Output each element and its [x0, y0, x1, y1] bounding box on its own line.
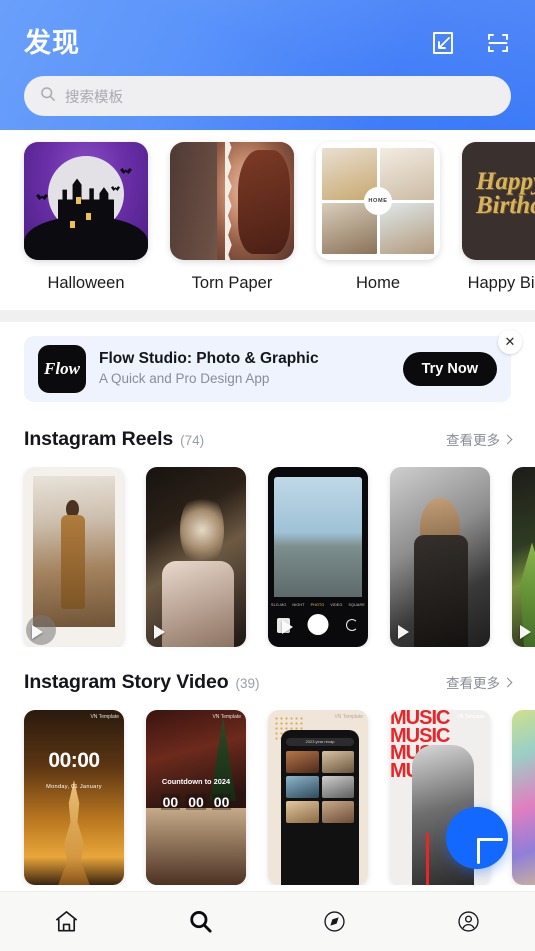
ad-logo-text: Flow: [44, 359, 80, 378]
category-rail[interactable]: Halloween Torn Paper HOME Home Happ Birt…: [0, 130, 535, 310]
reel-card[interactable]: [24, 467, 124, 647]
play-icon: [154, 625, 165, 639]
close-icon[interactable]: ✕: [498, 330, 522, 354]
birthday-art-line1: Happy: [476, 168, 535, 195]
category-thumbnail[interactable]: [170, 142, 294, 260]
reel-card[interactable]: SLO-MO NIGHT PHOTO VIDEO SQUARE: [268, 467, 368, 647]
import-template-icon[interactable]: [430, 30, 456, 56]
section-count: (39): [235, 676, 260, 691]
watermark: VN Template: [334, 714, 363, 720]
tab-discover[interactable]: [268, 892, 402, 951]
user-icon: [456, 909, 481, 934]
story-card[interactable]: [512, 710, 535, 885]
play-icon: [282, 620, 293, 634]
app-header: 发现 搜索模板: [0, 0, 535, 130]
reels-rail[interactable]: SLO-MO NIGHT PHOTO VIDEO SQUARE: [0, 467, 535, 647]
discover-screen: 发现 搜索模板 Halloween Torn Paper HOME Home H…: [0, 0, 535, 951]
section-divider: [0, 310, 535, 322]
category-thumbnail[interactable]: HOME: [316, 142, 440, 260]
see-more-button[interactable]: 查看更多: [446, 429, 513, 449]
play-icon: [398, 625, 409, 639]
category-label: Torn Paper: [191, 274, 273, 292]
countdown-digit: 00: [186, 794, 206, 810]
category-label: Halloween: [47, 274, 125, 292]
create-button[interactable]: [446, 807, 508, 869]
tab-home[interactable]: [0, 892, 134, 951]
see-more-label: 查看更多: [446, 676, 500, 691]
flip-camera-icon: [346, 619, 358, 631]
scroll-content: Halloween Torn Paper HOME Home Happ Birt…: [0, 130, 535, 891]
reel-card[interactable]: [390, 467, 490, 647]
birthday-art-line2: Birthday: [476, 191, 535, 219]
search-placeholder: 搜索模板: [65, 89, 123, 106]
camera-mode: VIDEO: [330, 603, 343, 607]
section-count: (74): [180, 433, 205, 448]
page-title: 发现: [24, 27, 80, 58]
story-card[interactable]: VN Template Countdown to 2024 00 00 00: [146, 710, 246, 885]
tab-profile[interactable]: [401, 892, 535, 951]
ad-banner-zone: ✕ Flow Flow Studio: Photo & Graphic A Qu…: [0, 322, 535, 422]
story-clock: 00:00: [48, 748, 100, 772]
play-icon: [520, 625, 531, 639]
home-badge: HOME: [364, 187, 392, 215]
bottom-navigation: [0, 891, 535, 951]
camera-mode: SLO-MO: [271, 603, 287, 607]
ad-subtitle: A Quick and Pro Design App: [99, 371, 270, 387]
reel-card[interactable]: [512, 467, 535, 647]
see-more-button[interactable]: 查看更多: [446, 672, 513, 692]
watermark: VN Template: [212, 714, 241, 720]
watermark: VN Template: [456, 714, 485, 720]
countdown-label: Countdown to 2024: [161, 776, 231, 786]
ad-banner[interactable]: Flow Flow Studio: Photo & Graphic A Quic…: [24, 336, 511, 402]
category-item[interactable]: HOME Home: [316, 142, 440, 293]
camera-mode: NIGHT: [292, 603, 305, 607]
countdown-digit: 00: [211, 794, 232, 810]
story-date: Monday, 01 January: [46, 783, 102, 790]
chevron-right-icon: [502, 434, 513, 444]
search-input[interactable]: 搜索模板: [24, 76, 511, 116]
ad-title: Flow Studio: Photo & Graphic: [99, 350, 319, 368]
countdown-digit: 00: [160, 794, 181, 810]
chevron-right-icon: [502, 677, 513, 687]
compass-icon: [322, 909, 347, 934]
home-icon: [53, 908, 80, 935]
recap-search-text: 2023 year recap: [305, 739, 335, 744]
category-item[interactable]: Torn Paper: [170, 142, 294, 293]
section-title: Instagram Reels: [24, 428, 174, 450]
category-item[interactable]: Happy Birthday Happy Birthday: [462, 142, 535, 293]
section-title: Instagram Story Video: [24, 671, 229, 693]
ad-logo: Flow: [38, 345, 86, 393]
category-label: Home: [355, 274, 400, 292]
category-thumbnail[interactable]: [24, 142, 148, 260]
story-card[interactable]: VN Template 2023 year recap: [268, 710, 368, 885]
reel-card[interactable]: [146, 467, 246, 647]
search-icon: [40, 86, 56, 107]
section-instagram-reels: Instagram Reels (74) 查看更多 SLO-MO NIGHT P…: [0, 422, 535, 647]
tab-search[interactable]: [134, 892, 268, 951]
ad-cta-button[interactable]: Try Now: [402, 352, 497, 386]
camera-modes: SLO-MO NIGHT PHOTO VIDEO SQUARE: [268, 603, 368, 607]
category-item[interactable]: Halloween: [24, 142, 148, 293]
camera-mode: SQUARE: [348, 603, 365, 607]
play-icon: [32, 625, 43, 639]
story-card[interactable]: VN Template 00:00 Monday, 01 January: [24, 710, 124, 885]
see-more-label: 查看更多: [446, 433, 500, 448]
search-icon: [187, 908, 214, 935]
category-label: Happy Birthday: [467, 274, 535, 292]
scan-icon[interactable]: [485, 30, 511, 56]
category-thumbnail[interactable]: Happy Birthday: [462, 142, 535, 260]
watermark: VN Template: [90, 714, 119, 720]
camera-mode-active: PHOTO: [310, 603, 325, 607]
